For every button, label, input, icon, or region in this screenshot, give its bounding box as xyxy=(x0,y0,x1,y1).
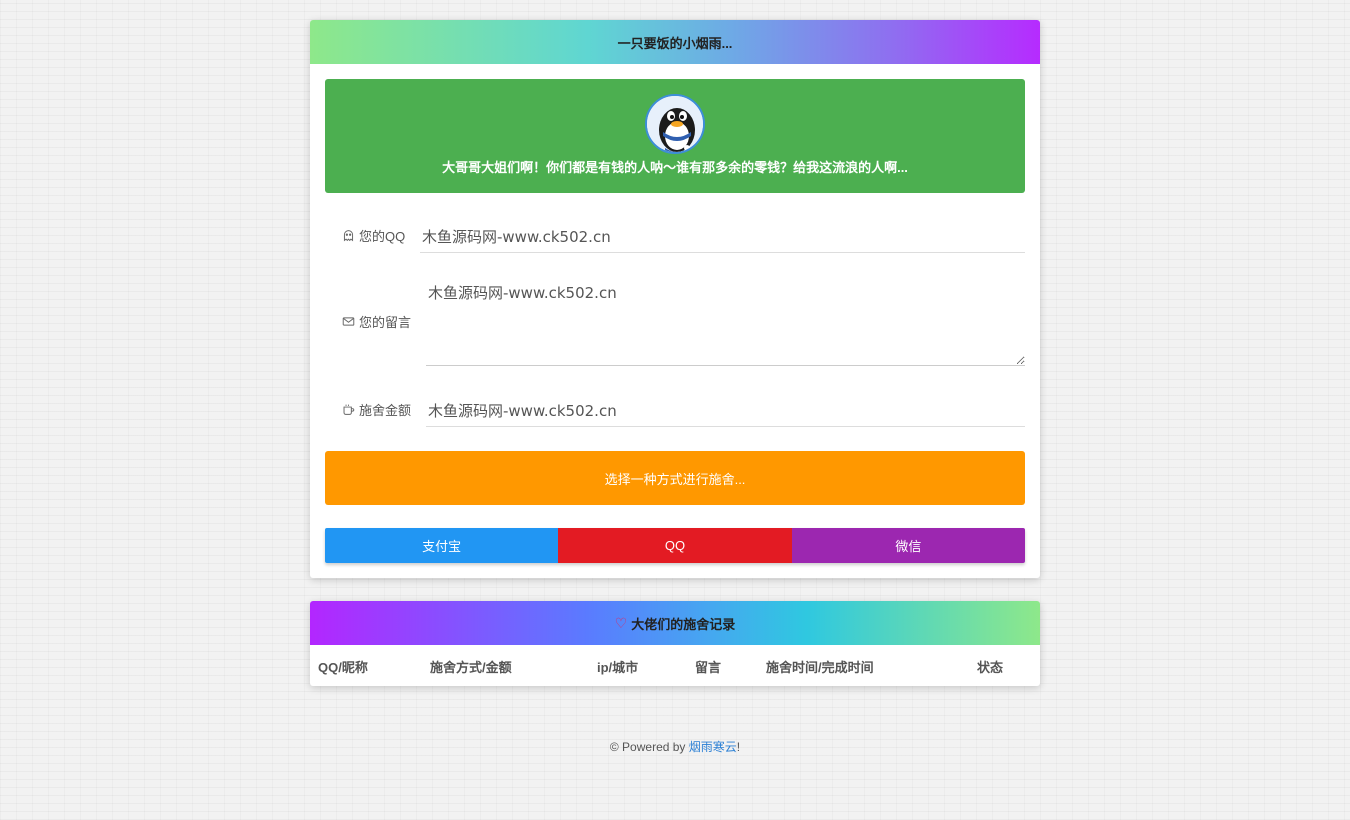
intro-banner: 大哥哥大姐们啊！你们都是有钱的人呐～谁有那多余的零钱？给我这流浪的人啊... xyxy=(325,79,1025,193)
qq-pay-button[interactable]: QQ xyxy=(558,528,792,563)
wechat-pay-button[interactable]: 微信 xyxy=(791,528,1025,563)
donate-title: 一只要饭的小烟雨... xyxy=(310,20,1040,64)
qq-label: 您的QQ xyxy=(342,226,405,245)
coffee-cup-icon xyxy=(343,404,355,415)
records-card: ♡ 大佬们的施舍记录 QQ/昵称 施舍方式/金额 ip/城市 留言 施舍时间/完… xyxy=(310,601,1040,686)
column-method-amount: 施舍方式/金额 xyxy=(430,660,512,675)
heart-icon: ♡ xyxy=(614,614,628,631)
footer-prefix: © Powered by xyxy=(609,740,689,754)
amount-input[interactable] xyxy=(426,394,1025,427)
envelope-icon xyxy=(342,317,355,326)
qq-penguin-icon xyxy=(647,96,703,152)
footer: © Powered by 烟雨寒云! xyxy=(0,738,1350,755)
qq-input[interactable] xyxy=(420,220,1025,253)
message-label: 您的留言 xyxy=(342,312,411,331)
records-title: ♡ 大佬们的施舍记录 xyxy=(310,601,1040,645)
ghost-icon xyxy=(343,230,354,242)
payment-buttons: 支付宝 QQ 微信 xyxy=(325,528,1025,563)
message-input[interactable]: 木鱼源码网-www.ck502.cn xyxy=(426,278,1025,366)
column-qq: QQ/昵称 xyxy=(318,660,368,675)
column-ip-city: ip/城市 xyxy=(597,660,639,675)
footer-author-link[interactable]: 烟雨寒云 xyxy=(689,740,737,754)
amount-label: 施舍金额 xyxy=(342,400,411,419)
message-label-text: 您的留言 xyxy=(359,315,412,330)
qq-label-text: 您的QQ xyxy=(359,229,406,244)
amount-label-text: 施舍金额 xyxy=(359,403,412,418)
alipay-button[interactable]: 支付宝 xyxy=(325,528,559,563)
column-message: 留言 xyxy=(695,660,722,675)
choose-method-banner: 选择一种方式进行施舍... xyxy=(325,451,1025,505)
banner-text: 大哥哥大姐们啊！你们都是有钱的人呐～谁有那多余的零钱？给我这流浪的人啊... xyxy=(442,160,908,175)
records-title-text: 大佬们的施舍记录 xyxy=(631,616,736,632)
donate-card: 一只要饭的小烟雨... 大哥哥大姐们啊！你们都是有钱的人呐～谁有那多余的零钱？给… xyxy=(310,20,1040,578)
footer-suffix: ! xyxy=(736,740,741,754)
column-time: 施舍时间/完成时间 xyxy=(766,660,874,675)
column-status: 状态 xyxy=(977,660,1004,675)
avatar xyxy=(645,94,705,154)
records-table-header: QQ/昵称 施舍方式/金额 ip/城市 留言 施舍时间/完成时间 状态 xyxy=(310,645,1040,686)
